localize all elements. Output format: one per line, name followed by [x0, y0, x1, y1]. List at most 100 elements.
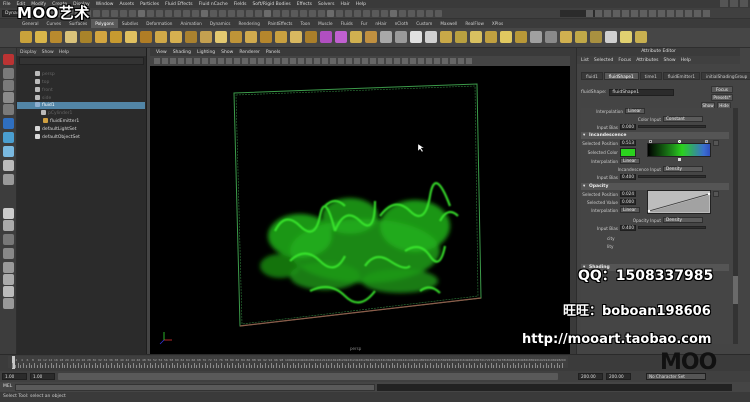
status-right-icon[interactable]: [703, 10, 710, 17]
status-tool-icon[interactable]: [435, 10, 442, 17]
status-right-icon[interactable]: [649, 10, 656, 17]
viewport-toolbar-icon[interactable]: [418, 58, 424, 64]
status-tool-icon[interactable]: [93, 10, 100, 17]
shelf-tool-icon[interactable]: [350, 31, 362, 43]
color-input-dropdown[interactable]: Constant: [663, 116, 703, 122]
shelf-tab-subdivs[interactable]: Subdivs: [118, 19, 142, 28]
viewport-toolbar-icon[interactable]: [434, 58, 440, 64]
time-slider-ticks[interactable]: 2 4 6 8 10 12 14 16 18 20 22 24 26 28 30 32 34 36 38 40 42 44…: [8, 356, 568, 369]
menu-item-solvers[interactable]: Solvers: [318, 2, 335, 7]
shelf-tool-icon[interactable]: [530, 31, 542, 43]
shelf-tab-custom[interactable]: Custom: [412, 19, 436, 28]
shelf-tab-maxwell[interactable]: Maxwell: [436, 19, 461, 28]
menu-item-file[interactable]: File: [3, 2, 11, 7]
opacity-input-bias-field[interactable]: 0.400: [620, 225, 636, 231]
ae-tab-time1[interactable]: time1: [639, 72, 662, 80]
menu-item-fields[interactable]: Fields: [234, 2, 247, 7]
opacity-input-dropdown[interactable]: Density: [663, 217, 703, 223]
viewport-toolbar-icon[interactable]: [346, 58, 352, 64]
opacity-input-bias-slider[interactable]: [638, 226, 706, 229]
opacity-sel-pos-field[interactable]: 0.024: [620, 191, 636, 197]
ae-menu-list[interactable]: List: [581, 58, 589, 63]
outliner-item-pcylinder1[interactable]: pCylinder1: [17, 110, 145, 117]
shelf-tool-icon[interactable]: [245, 31, 257, 43]
toolbox-tool-icon[interactable]: [3, 104, 14, 115]
shelf-tool-icon[interactable]: [20, 31, 32, 43]
menu-item-fluid-ncache[interactable]: Fluid nCache: [199, 2, 228, 7]
viewport-toolbar-icon[interactable]: [466, 58, 472, 64]
status-tool-icon[interactable]: [156, 10, 163, 17]
toolbox-tool-icon[interactable]: [3, 174, 14, 185]
shelf-tool-icon[interactable]: [425, 31, 437, 43]
shelf-tool-icon[interactable]: [140, 31, 152, 43]
status-tool-icon[interactable]: [174, 10, 181, 17]
shelf-tool-icon[interactable]: [575, 31, 587, 43]
shelf-tool-icon[interactable]: [590, 31, 602, 43]
opacity-curve-graph[interactable]: [647, 190, 711, 214]
viewport-toolbar-icon[interactable]: [442, 58, 448, 64]
toolbox-tool-icon[interactable]: [3, 146, 14, 157]
input-bias-top-slider[interactable]: [638, 125, 706, 128]
viewport-toolbar-icon[interactable]: [298, 58, 304, 64]
status-tool-icon[interactable]: [192, 10, 199, 17]
toolbox-tool-icon[interactable]: [3, 118, 14, 129]
outliner-item-fluidemitter1[interactable]: fluidEmitter1: [17, 118, 145, 125]
ae-tab-fluidshape1[interactable]: fluidShape1: [603, 72, 639, 80]
shelf-tool-icon[interactable]: [605, 31, 617, 43]
range-start-field[interactable]: 1.00: [2, 373, 27, 380]
shelf-tool-icon[interactable]: [560, 31, 572, 43]
status-right-icon[interactable]: [613, 10, 620, 17]
shelf-tool-icon[interactable]: [545, 31, 557, 43]
status-tool-icon[interactable]: [336, 10, 343, 17]
outliner-search-input[interactable]: [19, 57, 144, 65]
viewport-toolbar-icon[interactable]: [322, 58, 328, 64]
shelf-tool-icon[interactable]: [620, 31, 632, 43]
viewport-toolbar-icon[interactable]: [250, 58, 256, 64]
shelf-tool-icon[interactable]: [125, 31, 137, 43]
outliner-menu-show[interactable]: Show: [42, 50, 54, 55]
shelf-tool-icon[interactable]: [485, 31, 497, 43]
status-right-icon[interactable]: [676, 10, 683, 17]
status-tool-icon[interactable]: [408, 10, 415, 17]
incand-input-bias-slider[interactable]: [638, 175, 706, 178]
toolbox-tool-icon[interactable]: [3, 132, 14, 143]
shelf-tool-icon[interactable]: [35, 31, 47, 43]
status-tool-icon[interactable]: [390, 10, 397, 17]
focus-button[interactable]: Focus: [711, 86, 733, 93]
status-tool-icon[interactable]: [291, 10, 298, 17]
viewport-toolbar-icon[interactable]: [178, 58, 184, 64]
status-tool-icon[interactable]: [363, 10, 370, 17]
status-right-icon[interactable]: [667, 10, 674, 17]
status-right-icon[interactable]: [622, 10, 629, 17]
opacity-section-header[interactable]: Opacity: [581, 183, 729, 190]
menu-item-window[interactable]: Window: [96, 2, 114, 7]
command-language-label[interactable]: MEL: [3, 384, 12, 389]
shelf-tool-icon[interactable]: [320, 31, 332, 43]
status-tool-icon[interactable]: [255, 10, 262, 17]
toolbox-tool-icon[interactable]: [3, 220, 14, 231]
status-tool-icon[interactable]: [300, 10, 307, 17]
viewport-toolbar-icon[interactable]: [266, 58, 272, 64]
status-tool-icon[interactable]: [129, 10, 136, 17]
menu-item-help[interactable]: Help: [356, 2, 366, 7]
viewport-menu-view[interactable]: View: [156, 50, 167, 55]
menu-item-particles[interactable]: Particles: [140, 2, 159, 7]
shelf-tab-deformation[interactable]: Deformation: [142, 19, 176, 28]
status-right-icon[interactable]: [658, 10, 665, 17]
viewport-menu-show[interactable]: Show: [221, 50, 233, 55]
incand-input-bias-field[interactable]: 0.400: [620, 174, 636, 180]
toolbox-tool-icon[interactable]: [3, 234, 14, 245]
status-tool-icon[interactable]: [372, 10, 379, 17]
shelf-tool-icon[interactable]: [380, 31, 392, 43]
viewport-toolbar-icon[interactable]: [170, 58, 176, 64]
viewport-toolbar-icon[interactable]: [274, 58, 280, 64]
ae-menu-attributes[interactable]: Attributes: [636, 58, 658, 63]
viewport-toolbar-icon[interactable]: [162, 58, 168, 64]
shelf-tool-icon[interactable]: [365, 31, 377, 43]
menu-item-effects[interactable]: Effects: [297, 2, 312, 7]
status-tool-icon[interactable]: [345, 10, 352, 17]
ae-menu-selected[interactable]: Selected: [594, 58, 614, 63]
shelf-tool-icon[interactable]: [440, 31, 452, 43]
viewport-toolbar-icon[interactable]: [202, 58, 208, 64]
maximize-button[interactable]: [730, 0, 738, 7]
